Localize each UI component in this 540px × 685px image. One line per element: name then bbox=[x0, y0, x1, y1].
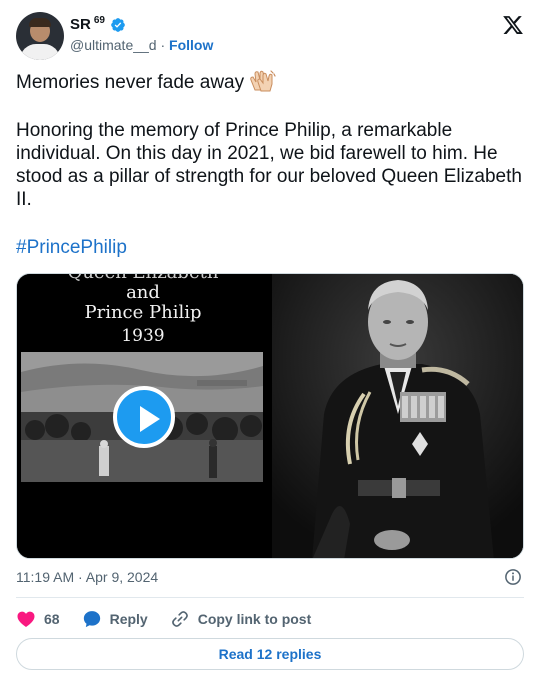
link-icon bbox=[171, 611, 188, 627]
tweet-header: SR 69 @ultimate__d · Follow bbox=[16, 10, 524, 60]
tweet-first-line: Memories never fade away bbox=[16, 72, 245, 93]
verified-badge-icon bbox=[111, 18, 125, 32]
media-grid[interactable]: Queen Elizabeth and Prince Philip 1939 bbox=[16, 273, 524, 559]
author-handle[interactable]: @ultimate__d bbox=[70, 37, 157, 53]
author-name[interactable]: SR bbox=[70, 16, 91, 34]
video-thumbnail[interactable]: Queen Elizabeth and Prince Philip 1939 bbox=[17, 274, 269, 558]
author-info: SR 69 @ultimate__d · Follow bbox=[70, 15, 213, 55]
like-count: 68 bbox=[44, 611, 60, 627]
heart-icon bbox=[17, 611, 35, 627]
video-caption-name: Prince Philip bbox=[84, 302, 202, 323]
video-caption-and: and bbox=[126, 282, 160, 303]
copy-link-button[interactable]: Copy link to post bbox=[170, 609, 312, 629]
hashtag-link[interactable]: #PrincePhilip bbox=[16, 236, 127, 259]
divider bbox=[16, 597, 524, 598]
portrait-photo[interactable] bbox=[272, 274, 523, 558]
clapping-hands-icon bbox=[250, 70, 276, 92]
reply-bubble-icon bbox=[83, 611, 100, 628]
tweet-card: SR 69 @ultimate__d · Follow Memories nev… bbox=[0, 0, 540, 685]
author-name-superscript: 69 bbox=[93, 15, 105, 26]
x-logo-icon[interactable] bbox=[502, 14, 524, 36]
reply-button[interactable]: Reply bbox=[82, 609, 148, 629]
like-button[interactable]: 68 bbox=[16, 609, 60, 629]
info-icon[interactable] bbox=[504, 568, 522, 586]
video-caption-year: 1939 bbox=[121, 326, 165, 346]
tweet-actions: 68 Reply Copy link to post bbox=[16, 607, 333, 631]
tweet-body: Honoring the memory of Prince Philip, a … bbox=[16, 120, 522, 210]
reply-label: Reply bbox=[109, 611, 148, 627]
follow-link[interactable]: Follow bbox=[169, 37, 213, 53]
tweet-timestamp[interactable]: 11:19 AM · Apr 9, 2024 bbox=[16, 568, 158, 586]
handle-separator: · bbox=[160, 37, 166, 53]
play-icon[interactable] bbox=[113, 386, 175, 448]
avatar[interactable] bbox=[16, 12, 64, 60]
read-replies-button[interactable]: Read 12 replies bbox=[16, 638, 524, 670]
copy-link-label: Copy link to post bbox=[197, 611, 312, 627]
